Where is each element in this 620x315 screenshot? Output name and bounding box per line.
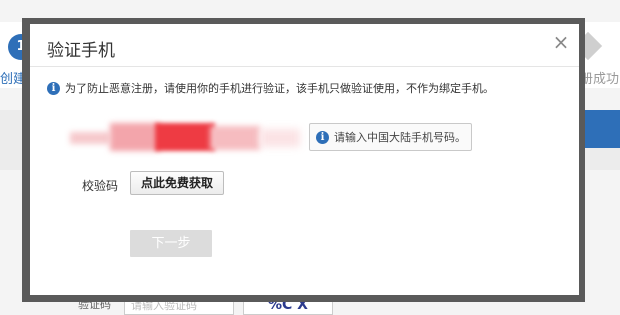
step-final-label: 册成功 bbox=[580, 72, 620, 87]
masked-digits bbox=[155, 123, 215, 151]
phone-hint-text: 请输入中国大陆手机号码。 bbox=[334, 131, 466, 144]
next-step-button[interactable]: 下一步 bbox=[130, 230, 212, 257]
close-icon[interactable]: × bbox=[551, 30, 571, 54]
verification-code-label: 校验码 bbox=[82, 179, 119, 193]
info-icon: i bbox=[47, 81, 60, 95]
phone-number-input[interactable] bbox=[70, 123, 300, 153]
dialog-header: 验证手机 × bbox=[30, 24, 579, 67]
masked-digits bbox=[260, 129, 300, 147]
info-icon: i bbox=[316, 130, 329, 144]
get-code-button[interactable]: 点此免费获取 bbox=[130, 171, 224, 195]
notice-text: 为了防止恶意注册，请使用你的手机进行验证，该手机只做验证使用，不作为绑定手机。 bbox=[65, 82, 494, 95]
notice-message: i 为了防止恶意注册，请使用你的手机进行验证，该手机只做验证使用，不作为绑定手机… bbox=[47, 80, 494, 96]
phone-hint-tooltip: i 请输入中国大陆手机号码。 bbox=[309, 123, 472, 151]
masked-digits bbox=[210, 126, 260, 150]
background-accent-block bbox=[585, 110, 620, 148]
masked-digits bbox=[110, 123, 160, 151]
verify-phone-dialog: 验证手机 × i 为了防止恶意注册，请使用你的手机进行验证，该手机只做验证使用，… bbox=[30, 24, 579, 295]
dialog-title: 验证手机 bbox=[47, 41, 115, 61]
masked-digits bbox=[70, 132, 110, 144]
